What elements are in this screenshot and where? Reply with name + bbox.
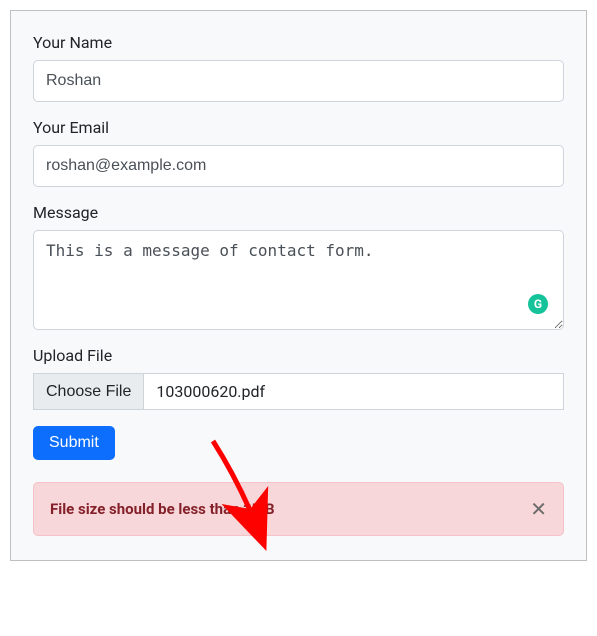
choose-file-button[interactable]: Choose File bbox=[34, 374, 144, 409]
upload-group: Upload File Choose File 103000620.pdf bbox=[33, 346, 564, 410]
name-group: Your Name bbox=[33, 33, 564, 102]
submit-row: Submit bbox=[33, 426, 564, 460]
submit-button[interactable]: Submit bbox=[33, 426, 115, 460]
upload-label: Upload File bbox=[33, 346, 564, 365]
error-alert-text: File size should be less than 2MB bbox=[50, 500, 275, 518]
email-label: Your Email bbox=[33, 118, 564, 137]
file-input-row[interactable]: Choose File 103000620.pdf bbox=[33, 373, 564, 410]
error-alert: File size should be less than 2MB ✕ bbox=[33, 482, 564, 536]
textarea-wrap: G bbox=[33, 230, 564, 330]
selected-file-name: 103000620.pdf bbox=[144, 374, 563, 409]
email-group: Your Email bbox=[33, 118, 564, 187]
close-icon[interactable]: ✕ bbox=[530, 499, 547, 519]
message-label: Message bbox=[33, 203, 564, 222]
contact-form-card: Your Name Your Email Message G Upload Fi… bbox=[10, 10, 587, 561]
name-label: Your Name bbox=[33, 33, 564, 52]
email-input[interactable] bbox=[33, 145, 564, 187]
message-textarea[interactable] bbox=[33, 230, 564, 330]
name-input[interactable] bbox=[33, 60, 564, 102]
message-group: Message G bbox=[33, 203, 564, 330]
